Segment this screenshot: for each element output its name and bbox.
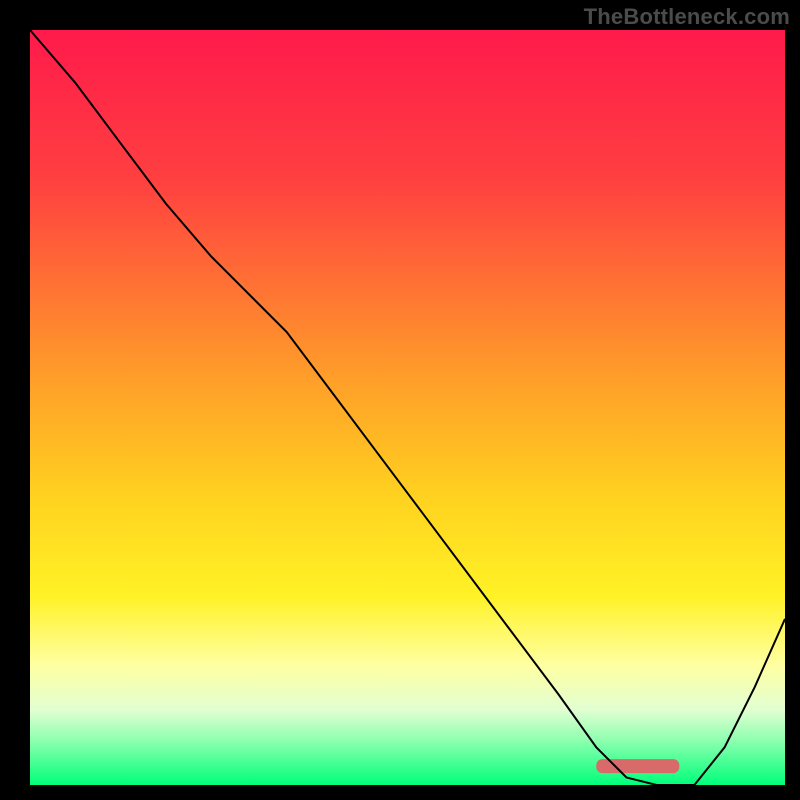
chart-svg: [30, 30, 785, 785]
watermark-text: TheBottleneck.com: [584, 4, 790, 30]
plot-area: [30, 30, 785, 785]
optimal-marker: [596, 759, 679, 773]
gradient-rect: [30, 30, 785, 785]
chart-frame: TheBottleneck.com: [0, 0, 800, 800]
